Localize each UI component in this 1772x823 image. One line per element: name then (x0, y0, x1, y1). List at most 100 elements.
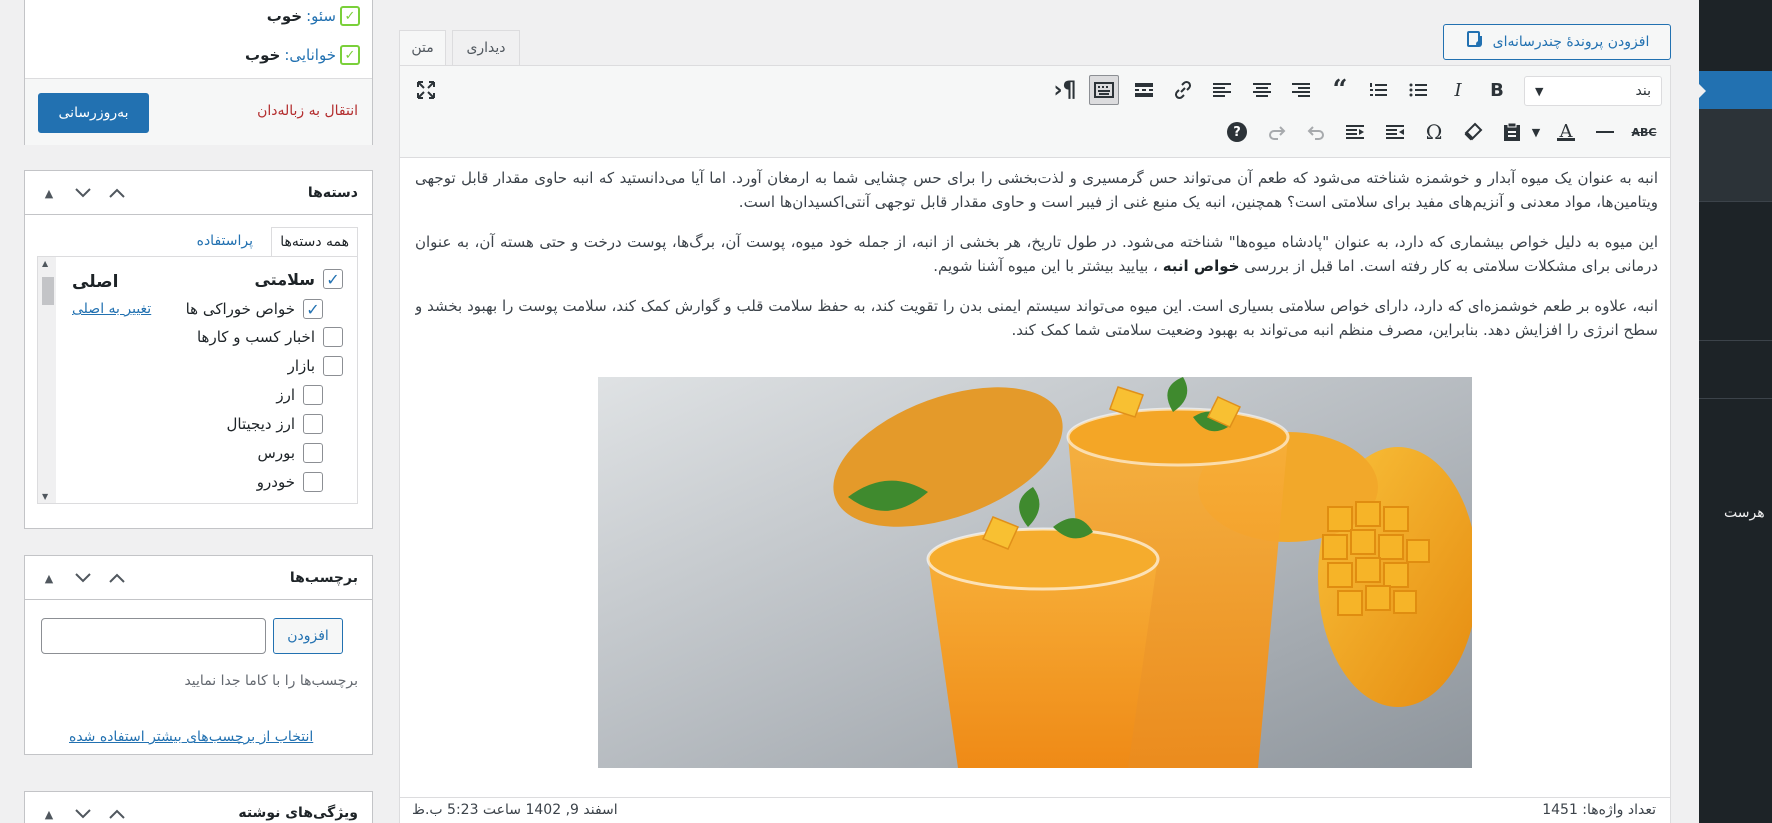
category-checkbox[interactable] (303, 443, 323, 463)
collapse-triangle-icon[interactable]: ▲ (39, 568, 59, 588)
categories-box: دسته‌ها ▲ همه دسته‌ها پراستفاده ▲ ▼ ✓ سل… (24, 170, 373, 529)
admin-menu-active-item[interactable] (1698, 71, 1772, 109)
tags-header[interactable]: برچسب‌ها ▲ (25, 556, 372, 600)
admin-submenu (1699, 109, 1772, 201)
text-color-icon[interactable]: A (1551, 117, 1581, 147)
help-icon[interactable]: ? (1222, 117, 1252, 147)
category-item[interactable]: بازار (288, 356, 343, 376)
admin-sidebar: هرست (1698, 0, 1772, 823)
tab-text[interactable]: متن (399, 30, 446, 66)
category-label: بازار (287, 357, 315, 375)
chevron-down-icon[interactable] (73, 183, 93, 203)
category-checkbox[interactable] (303, 385, 323, 405)
category-item[interactable]: ارز دیجیتال (227, 414, 323, 434)
category-item[interactable]: اخبار کسب و کارها (197, 327, 343, 347)
bold-icon[interactable]: B (1482, 75, 1512, 105)
category-checkbox[interactable] (323, 327, 343, 347)
tab-most-used[interactable]: پراستفاده (197, 233, 253, 249)
chevron-down-icon[interactable]: ▼ (1527, 117, 1545, 147)
toolbar-toggle-icon[interactable] (1089, 75, 1119, 105)
category-item[interactable]: خودرو (257, 472, 323, 492)
align-right-icon[interactable] (1286, 75, 1316, 105)
outdent-icon[interactable] (1380, 117, 1410, 147)
box-controls: ▲ (39, 804, 127, 823)
categories-title: دسته‌ها (307, 184, 358, 201)
category-checkbox[interactable]: ✓ (323, 269, 343, 289)
tag-input[interactable] (41, 618, 266, 654)
redo-icon[interactable] (1262, 117, 1292, 147)
scrollbar[interactable]: ▲ ▼ (38, 257, 56, 503)
special-character-icon[interactable]: Ω (1419, 117, 1449, 147)
horizontal-line-icon[interactable] (1590, 117, 1620, 147)
menu-separator (1699, 201, 1772, 202)
chevron-up-icon[interactable] (107, 183, 127, 203)
make-primary-link[interactable]: تغییر به اصلی (72, 301, 151, 317)
categories-header[interactable]: دسته‌ها ▲ (25, 171, 372, 215)
post-properties-header[interactable]: ویژگی‌های نوشته ▲ (25, 792, 372, 823)
category-checkbox[interactable] (303, 414, 323, 434)
fullscreen-icon[interactable] (411, 75, 441, 105)
last-saved: اسفند 9, 1402 ساعت 5:23 ب.ظ (412, 802, 618, 818)
numbered-list-icon[interactable] (1363, 75, 1393, 105)
chevron-up-icon[interactable] (107, 568, 127, 588)
category-item[interactable]: بورس (258, 443, 323, 463)
tab-visual[interactable]: دیداری (452, 30, 520, 66)
add-media-button[interactable]: افزودن پروندهٔ چندرسانه‌ای (1443, 24, 1671, 60)
choose-popular-tags-link[interactable]: انتخاب از برچسب‌های بیشتر استفاده شده (69, 729, 313, 745)
scrollbar-thumb[interactable] (42, 277, 54, 305)
link-icon[interactable] (1168, 75, 1198, 105)
tab-all-categories[interactable]: همه دسته‌ها (271, 227, 358, 257)
primary-category-badge: اصلی (72, 272, 119, 292)
category-item[interactable]: ارز (276, 385, 323, 405)
admin-menu-item-label[interactable]: هرست (1724, 505, 1772, 521)
category-checkbox[interactable] (303, 472, 323, 492)
publish-actions: انتقال به زباله‌دان به‌روزرسانی (25, 78, 372, 145)
format-select[interactable]: بند ▼ (1524, 76, 1662, 106)
format-select-value: بند (1635, 83, 1651, 99)
add-tag-button[interactable]: افزودن (273, 618, 343, 654)
tags-title: برچسب‌ها (289, 569, 358, 586)
italic-icon[interactable]: I (1443, 75, 1473, 105)
readability-value: خوب (245, 46, 281, 64)
category-checkbox[interactable]: ✓ (303, 299, 323, 319)
collapse-triangle-icon[interactable]: ▲ (39, 804, 59, 823)
clear-formatting-icon[interactable] (1458, 117, 1488, 147)
align-left-icon[interactable] (1207, 75, 1237, 105)
paragraph-direction-icon[interactable]: ¶‹ (1050, 75, 1080, 105)
update-button[interactable]: به‌روزرسانی (38, 93, 149, 133)
paste-as-text-icon[interactable] (1497, 117, 1527, 147)
yoast-check-icon: ✓ (340, 45, 360, 65)
publish-box: ✓ سئو: خوب ✓ خوانایی: خوب انتقال به زبال… (24, 0, 373, 145)
align-center-icon[interactable] (1247, 75, 1277, 105)
category-label: بورس (257, 444, 295, 462)
chevron-up-icon[interactable] (107, 804, 127, 823)
scroll-up-icon[interactable]: ▲ (42, 259, 48, 268)
category-label: اخبار کسب و کارها (196, 328, 315, 346)
collapse-triangle-icon[interactable]: ▲ (39, 183, 59, 203)
media-icon (1465, 30, 1485, 54)
post-properties-title: ویژگی‌های نوشته (238, 805, 358, 821)
box-controls: ▲ (39, 183, 127, 203)
seo-value: خوب (266, 7, 303, 25)
category-label: ارز دیجیتال (226, 415, 295, 433)
mango-smoothie-image[interactable] (598, 377, 1472, 768)
box-controls: ▲ (39, 568, 127, 588)
chevron-down-icon[interactable] (73, 568, 93, 588)
post-properties-box: ویژگی‌های نوشته ▲ (24, 791, 373, 823)
seo-label: سئو: (306, 7, 336, 25)
scroll-down-icon[interactable]: ▼ (42, 492, 48, 501)
indent-icon[interactable] (1340, 117, 1370, 147)
tag-hint: برچسب‌ها را با کاما جدا نمایید (184, 673, 358, 689)
category-item[interactable]: ✓ سلامتی (254, 269, 343, 289)
undo-icon[interactable] (1301, 117, 1331, 147)
editor-toolbar: B I “ ¶‹ ABC A ▼ Ω ? (400, 66, 1670, 158)
chevron-down-icon: ▼ (1535, 84, 1544, 98)
bullet-list-icon[interactable] (1403, 75, 1433, 105)
category-checkbox[interactable] (323, 356, 343, 376)
blockquote-icon[interactable]: “ (1325, 75, 1355, 105)
chevron-down-icon[interactable] (73, 804, 93, 823)
move-to-trash-link[interactable]: انتقال به زباله‌دان (257, 103, 358, 119)
strikethrough-icon[interactable]: ABC (1629, 117, 1659, 147)
category-item[interactable]: ✓ خواص خوراکی ها (186, 299, 323, 319)
read-more-icon[interactable] (1129, 75, 1159, 105)
